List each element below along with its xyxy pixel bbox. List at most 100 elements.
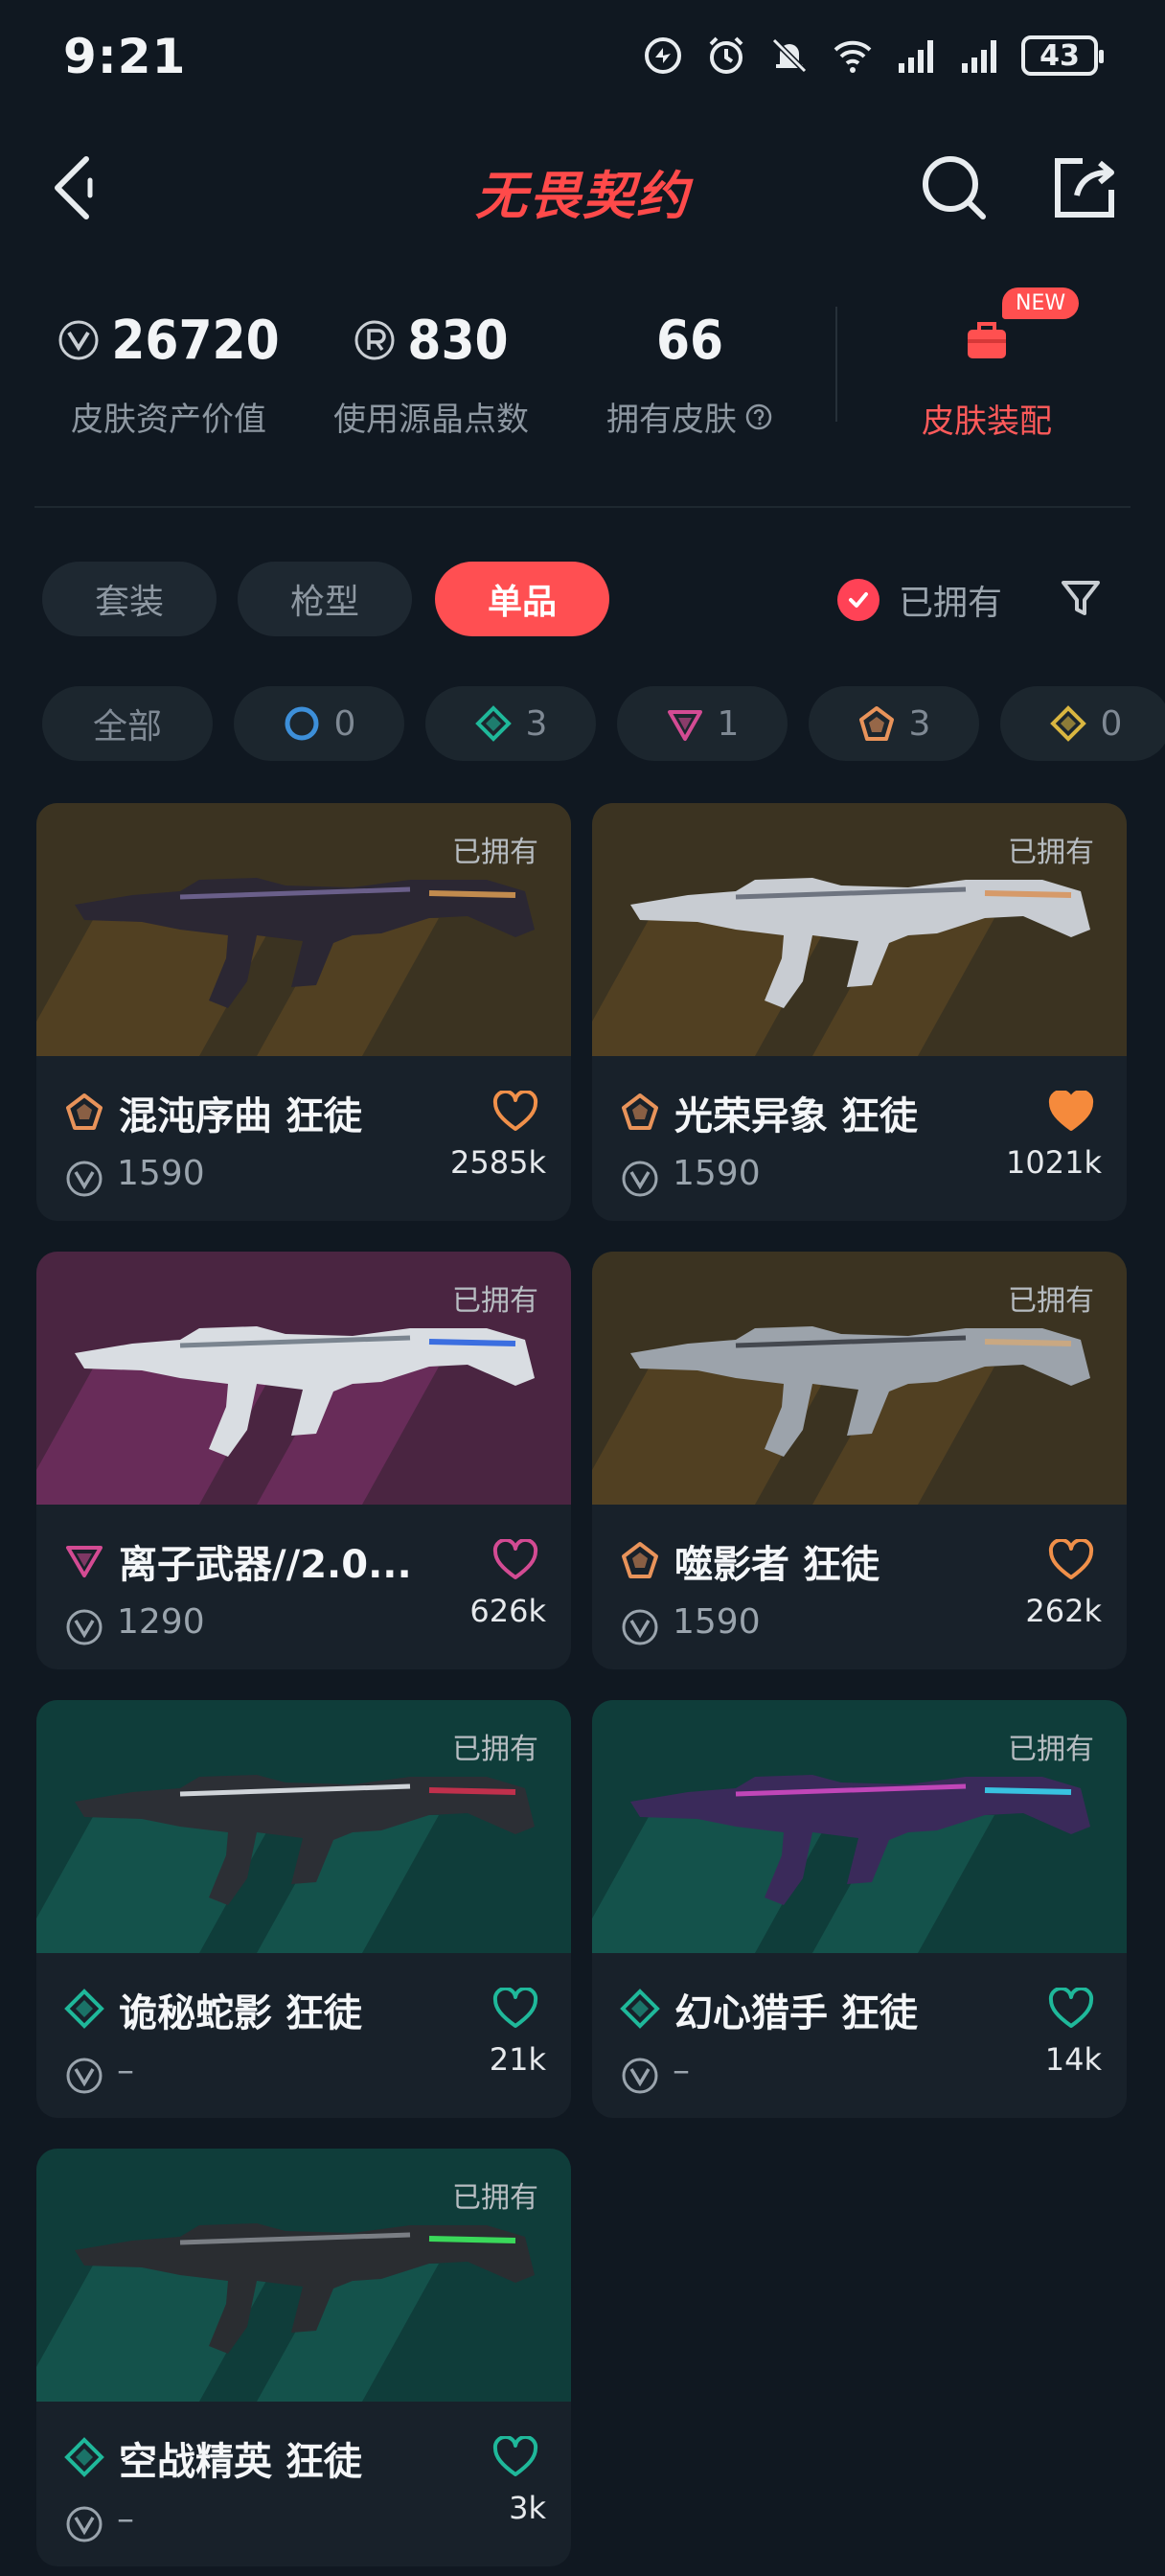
loadout-button[interactable]: NEW 皮肤装配	[862, 288, 1111, 442]
heart-icon[interactable]	[1048, 1988, 1094, 2030]
skin-card-6[interactable]: 已拥有 幻心猎手 狂徒 – 14k	[592, 1700, 1127, 2118]
filter-funnel-icon[interactable]	[1058, 575, 1104, 621]
vp-coin-icon	[66, 1609, 103, 1645]
briefcase-icon	[968, 322, 1006, 358]
vp-coin-icon	[66, 2058, 103, 2094]
loadout-label: 皮肤装配	[922, 402, 1052, 441]
battery-level: 43	[1039, 38, 1080, 73]
deluxe-tier-icon	[620, 1989, 660, 2029]
chip-label: 全部	[92, 707, 162, 747]
heart-icon[interactable]	[492, 1091, 538, 1133]
status-bar: 9:21 43	[0, 0, 1165, 115]
stats-divider	[835, 307, 837, 422]
stat-label: 皮肤资产价值	[71, 401, 266, 439]
skin-name: 诡秘蛇影 狂徒	[119, 1991, 362, 2036]
chip-count: 3	[525, 703, 548, 744]
stat-label: 使用源晶点数	[333, 401, 529, 439]
premium-tier-icon	[66, 1546, 103, 1577]
owned-tag: 已拥有	[452, 2181, 538, 2215]
exclusive-tier-icon	[858, 706, 894, 741]
share-icon[interactable]	[1048, 151, 1121, 224]
skin-price: 1590	[673, 1154, 761, 1193]
stat-label-row: 拥有皮肤	[584, 393, 795, 440]
help-circle-icon[interactable]	[744, 402, 773, 431]
exclusive-tier-icon	[622, 1542, 658, 1578]
deluxe-tier-icon	[64, 1989, 104, 2029]
tab-weapon-type[interactable]: 枪型	[238, 562, 412, 636]
chip-select-tier[interactable]: 0	[234, 686, 404, 761]
stat-label: 拥有皮肤	[606, 401, 737, 439]
skin-image: 已拥有	[592, 1700, 1127, 1953]
owned-tag: 已拥有	[452, 1284, 538, 1318]
skin-price: –	[673, 2051, 690, 2090]
like-count: 14k	[1044, 2041, 1102, 2078]
stat-skin-value: 26720 皮肤资产价值	[54, 307, 284, 440]
skin-price: 1590	[673, 1602, 761, 1642]
like-count: 21k	[489, 2041, 546, 2078]
stats-panel: 26720 皮肤资产价值 830 使用源晶点数 66 拥有皮肤 NEW 皮肤装配	[0, 288, 1165, 450]
skin-price: 1290	[117, 1602, 205, 1642]
like-count: 3k	[509, 2490, 546, 2526]
app-header: 无畏契约	[0, 134, 1165, 240]
mute-bell-icon	[771, 37, 808, 74]
like-count: 2585k	[450, 1144, 546, 1181]
chip-count: 0	[1100, 703, 1123, 744]
owned-tag: 已拥有	[1008, 836, 1094, 869]
skin-price: –	[117, 2051, 134, 2090]
stat-value: 26720	[111, 309, 280, 372]
chip-deluxe-tier[interactable]: 3	[425, 686, 596, 761]
heart-filled-icon[interactable]	[1048, 1091, 1094, 1133]
skin-card-7[interactable]: 已拥有 空战精英 狂徒 – 3k	[36, 2149, 571, 2566]
skin-card-2[interactable]: 已拥有 光荣异象 狂徒 1590 1021k	[592, 803, 1127, 1221]
heart-icon[interactable]	[1048, 1539, 1094, 1581]
alarm-icon	[709, 36, 743, 74]
skin-name: 离子武器//2.0...	[119, 1543, 412, 1587]
signal-icon-1	[899, 40, 933, 73]
skin-card-3[interactable]: 已拥有 离子武器//2.0... 1290 626k	[36, 1252, 571, 1669]
skin-card-5[interactable]: 已拥有 诡秘蛇影 狂徒 – 21k	[36, 1700, 571, 2118]
chip-ultra-tier[interactable]: 0	[1000, 686, 1165, 761]
skin-name: 噬影者 狂徒	[674, 1543, 879, 1587]
skin-name: 幻心猎手 狂徒	[674, 1991, 918, 2036]
skin-card-4[interactable]: 已拥有 噬影者 狂徒 1590 262k	[592, 1252, 1127, 1669]
vp-coin-icon	[622, 1609, 658, 1645]
skin-card-1[interactable]: 已拥有 混沌序曲 狂徒 1590 2585k	[36, 803, 571, 1221]
tab-single-item[interactable]: 单品	[435, 562, 609, 636]
exclusive-tier-icon	[66, 1093, 103, 1130]
tab-bundle[interactable]: 套装	[42, 562, 217, 636]
vp-coin-icon	[66, 1161, 103, 1197]
vp-coin-icon	[66, 2506, 103, 2542]
heart-icon[interactable]	[492, 1988, 538, 2030]
status-icons: 43	[642, 34, 1104, 77]
exclusive-tier-icon	[622, 1093, 658, 1130]
skin-price: 1590	[117, 1154, 205, 1193]
owned-filter-label: 已拥有	[899, 584, 1003, 623]
owned-tag: 已拥有	[1008, 1284, 1094, 1318]
new-badge: NEW	[1002, 288, 1080, 319]
data-saver-icon	[645, 37, 681, 74]
skin-image: 已拥有	[592, 1252, 1127, 1505]
skin-name: 混沌序曲 狂徒	[119, 1094, 362, 1138]
chip-count: 3	[908, 703, 931, 744]
battery-icon: 43	[1021, 35, 1104, 76]
heart-icon[interactable]	[492, 2436, 538, 2478]
vp-coin-icon	[622, 2058, 658, 2094]
owned-tag: 已拥有	[1008, 1733, 1094, 1766]
chip-premium-tier[interactable]: 1	[617, 686, 788, 761]
skin-name: 光荣异象 狂徒	[674, 1094, 918, 1138]
like-count: 262k	[1025, 1593, 1102, 1629]
chip-exclusive-tier[interactable]: 3	[809, 686, 979, 761]
skin-image: 已拥有	[592, 803, 1127, 1056]
skin-image: 已拥有	[36, 803, 571, 1056]
radianite-icon	[354, 320, 395, 360]
status-time: 9:21	[63, 29, 187, 84]
chip-all[interactable]: 全部	[42, 686, 213, 761]
like-count: 626k	[469, 1593, 546, 1629]
owned-filter-toggle[interactable]: 已拥有	[837, 575, 1002, 625]
stat-owned-skins: 66 拥有皮肤	[584, 307, 795, 440]
owned-tag: 已拥有	[452, 836, 538, 869]
like-count: 1021k	[1006, 1144, 1102, 1181]
heart-icon[interactable]	[492, 1539, 538, 1581]
vp-coin-icon	[622, 1161, 658, 1197]
search-icon[interactable]	[918, 151, 991, 224]
